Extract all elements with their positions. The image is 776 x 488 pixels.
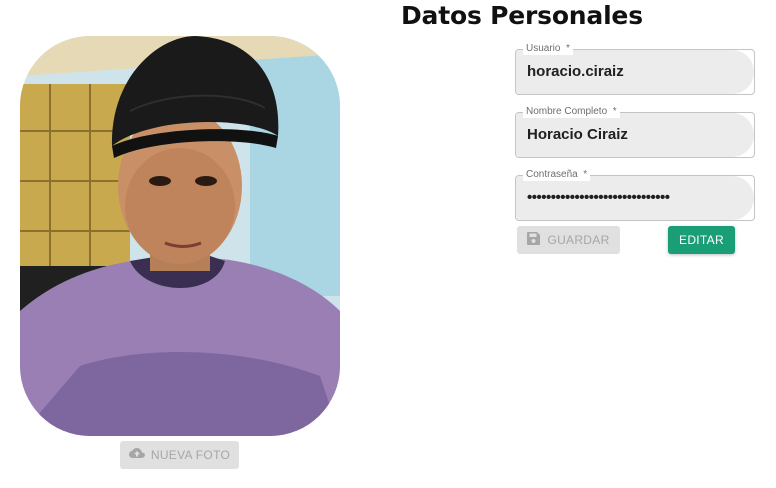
password-field[interactable]: Contraseña * •••••••••••••••••••••••••••…	[515, 169, 755, 221]
username-value[interactable]: horacio.ciraiz	[527, 50, 742, 94]
save-button[interactable]: GUARDAR	[517, 226, 620, 254]
new-photo-label: NUEVA FOTO	[150, 448, 231, 462]
save-label: GUARDAR	[547, 233, 610, 247]
profile-photo	[20, 36, 340, 436]
floppy-disk-icon	[527, 232, 541, 248]
page-title: Datos Personales	[401, 1, 643, 30]
cloud-upload-icon	[128, 447, 145, 463]
new-photo-button[interactable]: NUEVA FOTO	[120, 441, 239, 469]
username-field[interactable]: Usuario * horacio.ciraiz	[515, 43, 755, 95]
password-value[interactable]: ••••••••••••••••••••••••••••••	[527, 176, 742, 220]
fullname-field[interactable]: Nombre Completo * Horacio Ciraiz	[515, 106, 755, 158]
fullname-value[interactable]: Horacio Ciraiz	[527, 113, 742, 157]
edit-button[interactable]: EDITAR	[668, 226, 735, 254]
